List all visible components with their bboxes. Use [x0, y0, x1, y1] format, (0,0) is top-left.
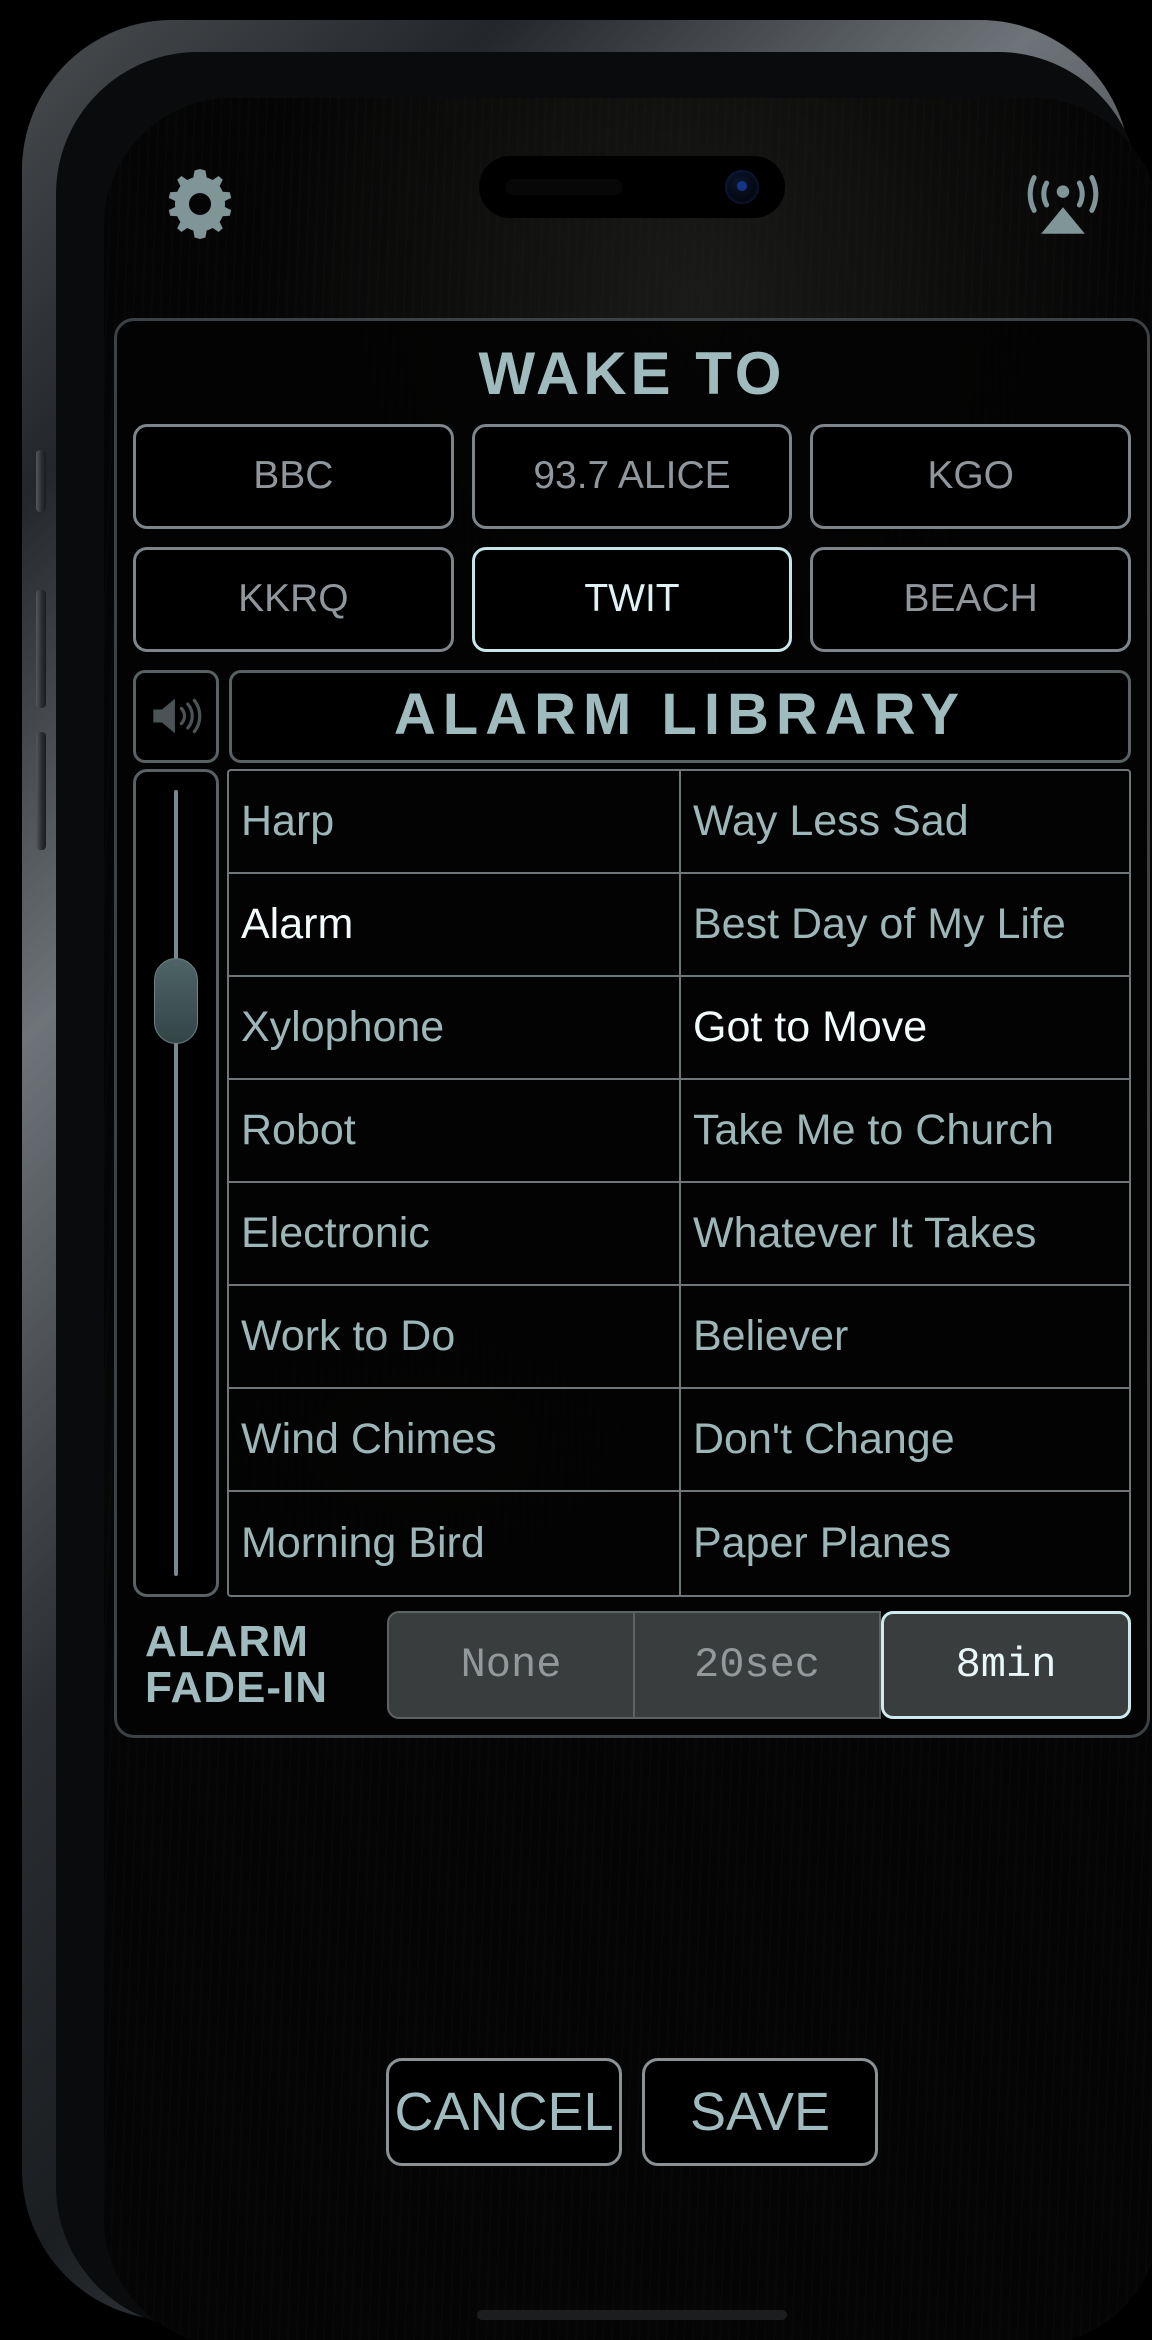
list-item-label: Don't Change [693, 1414, 955, 1463]
list-item[interactable]: Electronic [229, 1183, 679, 1286]
station-label: TWIT [584, 577, 680, 621]
station-button-kkrq[interactable]: KKRQ [133, 546, 454, 652]
cancel-button[interactable]: CANCEL [386, 2058, 622, 2166]
alarm-fade-in-row: ALARM FADE-IN None 20sec 8min [133, 1610, 1131, 1719]
station-label: KKRQ [238, 577, 349, 621]
list-item[interactable]: Robot [229, 1080, 679, 1183]
dynamic-island [479, 156, 785, 218]
alarm-library-lists: Harp Alarm Xylophone Robot Electronic Wo… [227, 768, 1131, 1597]
station-label: BBC [253, 454, 334, 498]
list-item-label: Got to Move [693, 1002, 928, 1051]
station-label: BEACH [903, 577, 1038, 621]
list-item[interactable]: Paper Planes [681, 1492, 1129, 1595]
volume-up-button[interactable] [36, 590, 46, 708]
list-item[interactable]: Believer [681, 1286, 1129, 1389]
cancel-button-label: CANCEL [394, 2082, 614, 2142]
station-button-beach[interactable]: BEACH [810, 546, 1131, 652]
device-bezel: WAKE TO BBC 93.7 ALICE KGO KKRQ TWIT BEA… [56, 52, 1152, 2340]
station-label: 93.7 ALICE [533, 454, 731, 498]
fade-option-label: None [460, 1640, 562, 1689]
list-item-label: Harp [241, 796, 335, 845]
list-item[interactable]: Harp [229, 771, 679, 874]
list-item[interactable]: Whatever It Takes [681, 1183, 1129, 1286]
save-button-label: SAVE [689, 2082, 831, 2142]
station-button-alice[interactable]: 93.7 ALICE [471, 423, 793, 529]
fade-option-label: 20sec [693, 1640, 821, 1689]
list-item[interactable]: Don't Change [681, 1389, 1129, 1492]
volume-slider-track [174, 789, 178, 1576]
list-item-label: Whatever It Takes [693, 1208, 1037, 1257]
station-grid: BBC 93.7 ALICE KGO KKRQ TWIT BEACH [133, 423, 1131, 652]
fade-option-label: 8min [955, 1640, 1057, 1689]
list-item[interactable]: Work to Do [229, 1286, 679, 1389]
screenshot-root: WAKE TO BBC 93.7 ALICE KGO KKRQ TWIT BEA… [0, 0, 1152, 2340]
list-item-label: Electronic [241, 1208, 430, 1257]
station-label: KGO [927, 454, 1014, 498]
fade-label-line2: FADE-IN [145, 1662, 328, 1712]
fade-label-line1: ALARM [145, 1617, 309, 1667]
library-body: Harp Alarm Xylophone Robot Electronic Wo… [133, 768, 1131, 1597]
volume-down-button[interactable] [36, 732, 46, 850]
list-item[interactable]: Xylophone [229, 977, 679, 1080]
list-item[interactable]: Got to Move [681, 977, 1129, 1080]
list-item-label: Best Day of My Life [693, 899, 1066, 948]
list-item-label: Xylophone [241, 1002, 445, 1051]
list-item-label: Paper Planes [693, 1518, 952, 1567]
station-button-kgo[interactable]: KGO [810, 423, 1131, 529]
library-header: ALARM LIBRARY [133, 669, 1131, 763]
fade-option-20sec[interactable]: 20sec [635, 1610, 881, 1719]
volume-slider[interactable] [133, 768, 219, 1597]
silence-switch[interactable] [36, 450, 46, 512]
list-item-label: Alarm [241, 899, 354, 948]
footer-actions: CANCEL SAVE [104, 2058, 1152, 2166]
gear-icon[interactable] [162, 166, 238, 242]
list-item[interactable]: Wind Chimes [229, 1389, 679, 1492]
list-item-label: Work to Do [241, 1311, 456, 1360]
fade-option-none[interactable]: None [387, 1610, 635, 1719]
page-title: WAKE TO [478, 340, 786, 407]
fade-option-8min[interactable]: 8min [881, 1610, 1131, 1719]
list-item-label: Believer [693, 1311, 849, 1360]
station-button-bbc[interactable]: BBC [133, 423, 454, 529]
list-item[interactable]: Alarm [229, 874, 679, 977]
fade-in-segmented-control: None 20sec 8min [387, 1610, 1131, 1719]
list-item-label: Way Less Sad [693, 796, 969, 845]
list-item-label: Take Me to Church [693, 1105, 1054, 1154]
device-frame: WAKE TO BBC 93.7 ALICE KGO KKRQ TWIT BEA… [22, 20, 1152, 2340]
home-indicator[interactable] [477, 2310, 787, 2320]
library-title: ALARM LIBRARY [393, 681, 967, 747]
library-title-box: ALARM LIBRARY [229, 669, 1131, 763]
list-item[interactable]: Morning Bird [229, 1492, 679, 1595]
alarm-fade-in-label: ALARM FADE-IN [133, 1619, 383, 1711]
front-camera-icon [725, 170, 759, 204]
list-item[interactable]: Take Me to Church [681, 1080, 1129, 1183]
station-button-twit[interactable]: TWIT [471, 546, 793, 652]
list-item-label: Wind Chimes [241, 1414, 497, 1463]
list-item[interactable]: Best Day of My Life [681, 874, 1129, 977]
list-item-label: Morning Bird [241, 1518, 485, 1567]
list-item[interactable]: Way Less Sad [681, 771, 1129, 874]
wake-to-panel: WAKE TO BBC 93.7 ALICE KGO KKRQ TWIT BEA… [114, 318, 1150, 1738]
airplay-icon[interactable] [1024, 162, 1102, 240]
speaker-icon[interactable] [133, 669, 219, 763]
alarm-sound-list: Harp Alarm Xylophone Robot Electronic Wo… [229, 771, 679, 1595]
volume-slider-thumb[interactable] [154, 957, 198, 1044]
earpiece-speaker-icon [505, 179, 623, 195]
song-list: Way Less Sad Best Day of My Life Got to … [679, 770, 1129, 1595]
save-button[interactable]: SAVE [642, 2058, 878, 2166]
list-item-label: Robot [241, 1105, 356, 1154]
phone-screen: WAKE TO BBC 93.7 ALICE KGO KKRQ TWIT BEA… [104, 98, 1152, 2340]
